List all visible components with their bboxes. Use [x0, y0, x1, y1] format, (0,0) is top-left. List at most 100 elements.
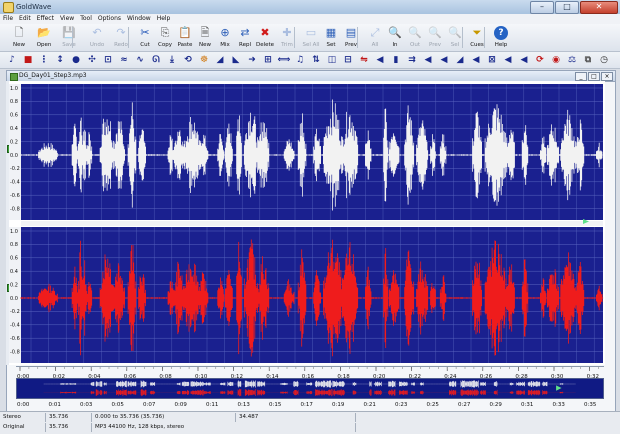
- window-title: GoldWave: [16, 3, 52, 11]
- overview-time-ruler: 0:00 0:01 0:03 0:05 0:07 0:09 0:11 0:13 0:15 0:17…: [16, 399, 604, 408]
- cut-icon: ✂: [140, 26, 150, 39]
- status-bar: Stereo 35.736 0.000 to 35.736 (35.736) 3…: [0, 411, 620, 434]
- filter-icon[interactable]: ⊠: [486, 54, 498, 66]
- time-warp-icon[interactable]: ◷: [598, 54, 610, 66]
- amplitude-tick-label: -0.8: [10, 206, 20, 212]
- overview-tick-label: 0:00: [17, 402, 30, 408]
- fade-out-icon[interactable]: ◣: [230, 54, 242, 66]
- menu-edit[interactable]: Edit: [16, 14, 34, 24]
- menu-bar: File Edit Effect View Tool Options Window Help: [0, 14, 620, 24]
- amplitude-tick-label: 0.4: [10, 126, 18, 132]
- amplitude-tick-label: 0.4: [10, 269, 18, 275]
- set-icon: ▦: [325, 26, 337, 39]
- minimize-button[interactable]: –: [530, 1, 554, 14]
- toolbar-help-button[interactable]: ? Help: [490, 25, 512, 50]
- overview-tick-label: 0:13: [238, 402, 251, 408]
- globe-icon[interactable]: ●: [70, 54, 82, 66]
- pitch-icon[interactable]: ♫: [294, 54, 306, 66]
- document-controls: _ □ ×: [575, 72, 613, 81]
- echo-icon[interactable]: ≈: [118, 54, 130, 66]
- menu-help[interactable]: Help: [154, 14, 174, 24]
- compressor-icon[interactable]: ▮: [390, 54, 402, 66]
- interpolate-icon[interactable]: ⧉: [582, 54, 594, 66]
- offset-icon[interactable]: ∿: [134, 54, 146, 66]
- menu-tool[interactable]: Tool: [77, 14, 95, 24]
- redo-icon: ↷: [116, 26, 126, 39]
- waveform-display[interactable]: 1.0 0.8 0.6 0.4 0.2 0.0 -0.2 -0.4 -0.6 -0.8 1.0 0.8…: [9, 81, 605, 365]
- status-empty-cell-2: [356, 423, 620, 432]
- original-length: 35.736: [46, 423, 92, 432]
- amplitude-tick-label: 1.0: [10, 86, 18, 92]
- status-empty-cell: [356, 413, 620, 422]
- declick-icon[interactable]: ⟳: [534, 54, 546, 66]
- amplitude-tick-label: -0.2: [10, 309, 20, 315]
- equalizer-icon[interactable]: ✣: [86, 54, 98, 66]
- lowpass-icon[interactable]: ◀: [502, 54, 514, 66]
- toolbar-separator: [484, 27, 485, 48]
- stereo-icon[interactable]: ◫: [326, 54, 338, 66]
- menu-file[interactable]: File: [0, 14, 16, 24]
- matcher-icon[interactable]: ⟺: [278, 54, 291, 66]
- toolbar-separator: [128, 27, 129, 48]
- document-maximize-button[interactable]: □: [588, 72, 600, 81]
- noise-reduction-icon[interactable]: ☸: [198, 54, 210, 66]
- shape-icon[interactable]: ➜: [246, 54, 258, 66]
- spectrum-icon[interactable]: ⋮: [38, 54, 50, 66]
- menu-effect[interactable]: Effect: [34, 14, 57, 24]
- mechanize-icon[interactable]: ⊡: [102, 54, 114, 66]
- expander-icon[interactable]: ↕: [54, 54, 66, 66]
- zoom-previous-icon: 🔍: [428, 26, 442, 39]
- overview-tick-label: 0:11: [206, 402, 218, 408]
- volume-icon[interactable]: ◀: [374, 54, 386, 66]
- toolbar-open-folder-button[interactable]: 📂 Open: [33, 25, 55, 50]
- menu-view[interactable]: View: [57, 14, 77, 24]
- overview-tick-label: 0:29: [490, 402, 503, 408]
- reverse-icon[interactable]: ⟲: [182, 54, 194, 66]
- overview-tick-label: 0:21: [364, 402, 376, 408]
- save-icon: 💾: [62, 26, 76, 39]
- audio-effect-icon[interactable]: ♪: [6, 54, 18, 66]
- auto-gain-icon[interactable]: ◀: [422, 54, 434, 66]
- maximize-volume-icon[interactable]: ◀: [438, 54, 450, 66]
- document-minimize-button[interactable]: _: [575, 72, 587, 81]
- window-titlebar[interactable]: GoldWave – □ ✕: [0, 0, 620, 15]
- menu-options[interactable]: Options: [95, 14, 124, 24]
- pan-icon[interactable]: ⇋: [358, 54, 370, 66]
- flanger-icon[interactable]: ᘏ: [150, 54, 162, 66]
- spatial-icon[interactable]: ⚖: [566, 54, 578, 66]
- record-monitor-icon[interactable]: ■: [22, 54, 34, 66]
- doppler-icon[interactable]: ⇉: [406, 54, 418, 66]
- amplitude-tick-label: -0.8: [10, 349, 20, 355]
- delete-icon: ✖: [260, 26, 270, 39]
- toolbar-new-file-button[interactable]: 🗋 New: [8, 25, 30, 50]
- mix-down-icon[interactable]: ⤓: [166, 54, 178, 66]
- undo-icon: ↶: [92, 26, 102, 39]
- document-close-button[interactable]: ×: [601, 72, 613, 81]
- menu-window[interactable]: Window: [124, 14, 154, 24]
- amplitude-tick-label: 0.2: [10, 139, 18, 145]
- silence-icon[interactable]: ⊟: [342, 54, 354, 66]
- goldwave-app-icon: [3, 2, 14, 13]
- volume-match-icon[interactable]: ◀: [470, 54, 482, 66]
- resample-icon[interactable]: ⇅: [310, 54, 322, 66]
- document-filename: DG_Day01_Step3.mp3: [19, 72, 87, 79]
- cdrom-icon[interactable]: ◉: [550, 54, 562, 66]
- maximize-button[interactable]: □: [555, 1, 579, 14]
- paste-icon: 📋: [178, 26, 192, 39]
- overview-waveform[interactable]: [16, 378, 604, 399]
- cursor-position: 34.487: [236, 413, 356, 422]
- toolbar-save-button[interactable]: 💾 Save: [58, 25, 80, 50]
- toolbar-undo-button[interactable]: ↶ Undo: [86, 25, 108, 50]
- channel-mixer-icon[interactable]: ⊞: [262, 54, 274, 66]
- fade-in-icon[interactable]: ◢: [214, 54, 226, 66]
- toolbar-preview-button[interactable]: ▤ Prev: [340, 25, 362, 50]
- overview-tick-label: 0:31: [521, 402, 533, 408]
- volume-shape-icon[interactable]: ◢: [454, 54, 466, 66]
- channel-mode: Stereo: [0, 413, 46, 422]
- close-button[interactable]: ✕: [580, 1, 618, 14]
- overview-tick-label: 0:23: [395, 402, 408, 408]
- bandpass-icon[interactable]: ◀: [518, 54, 530, 66]
- select-all-icon: ▭: [305, 26, 317, 39]
- overview-left-waveform: [43, 380, 576, 388]
- new-file-icon: 🗋: [14, 26, 24, 39]
